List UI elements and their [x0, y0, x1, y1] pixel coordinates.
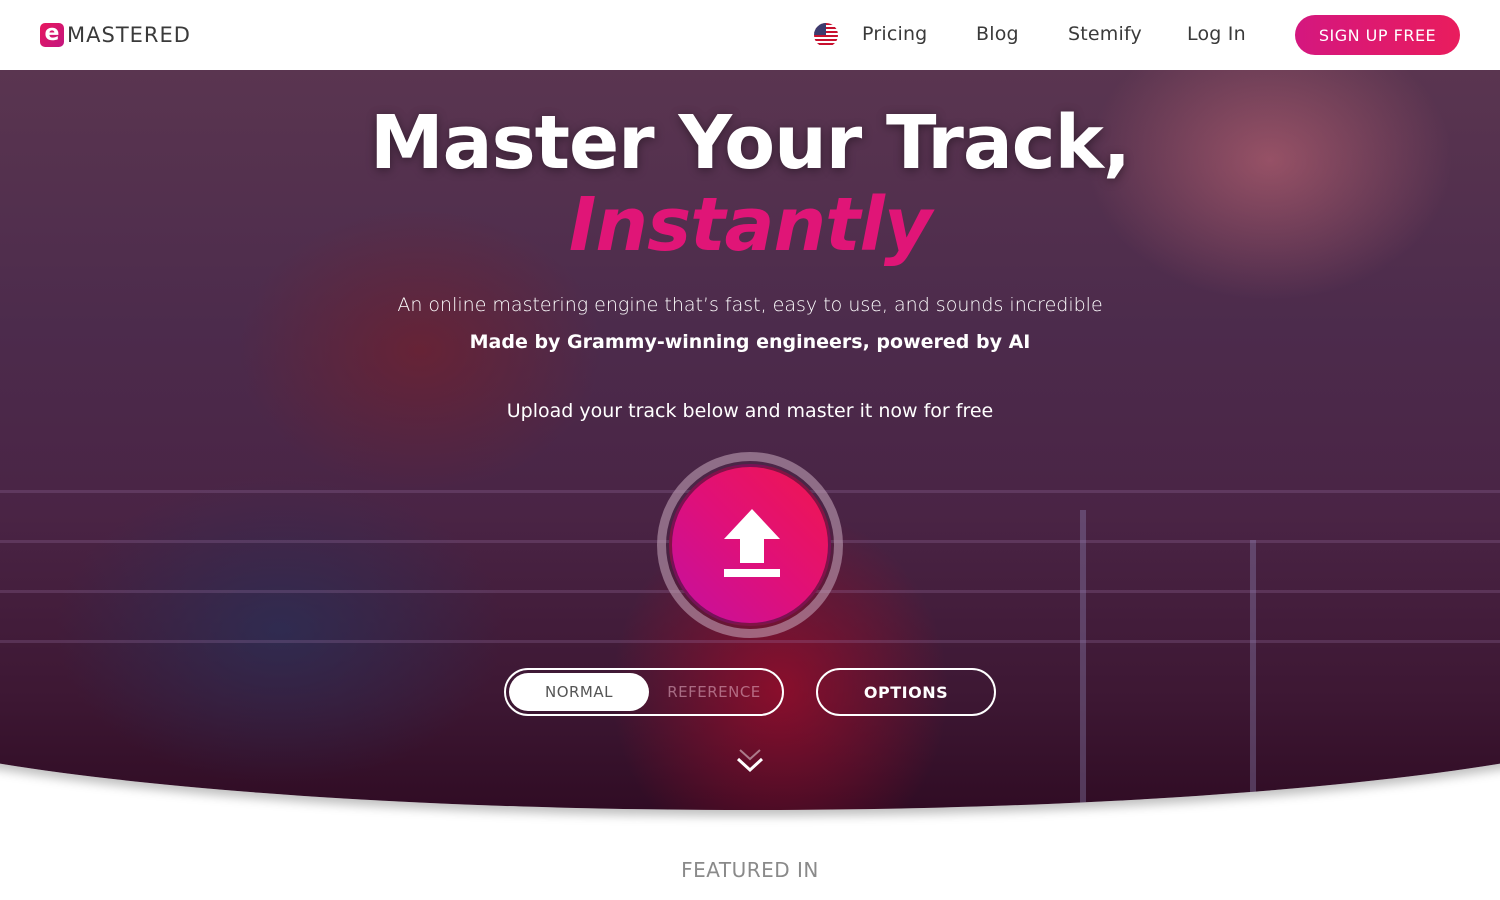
nav-link-pricing[interactable]: Pricing — [862, 23, 927, 45]
upload-button[interactable] — [669, 464, 831, 626]
upload-prompt: Upload your track below and master it no… — [506, 400, 994, 422]
upload-icon — [724, 509, 780, 577]
bg-decor — [0, 640, 1500, 643]
sign-up-button[interactable]: SIGN UP FREE — [1295, 15, 1460, 55]
logo[interactable]: e MASTERED — [40, 22, 191, 48]
options-button[interactable]: OPTIONS — [816, 668, 996, 716]
us-flag-icon[interactable] — [814, 23, 838, 47]
top-navbar: e MASTERED Pricing Blog Stemify Log In S… — [0, 0, 1500, 70]
nav-link-blog[interactable]: Blog — [976, 23, 1019, 45]
nav-link-stemify[interactable]: Stemify — [1068, 23, 1142, 45]
bg-decor — [1250, 540, 1256, 810]
mode-reference-button[interactable]: REFERENCE — [649, 673, 779, 711]
featured-in-heading: FEATURED IN — [681, 858, 819, 882]
nav-link-login[interactable]: Log In — [1187, 23, 1246, 45]
hero-tagline: Made by Grammy-winning engineers, powere… — [469, 331, 1031, 353]
mode-normal-button[interactable]: NORMAL — [509, 673, 649, 711]
bg-decor — [1080, 510, 1086, 810]
logo-text: MASTERED — [67, 23, 191, 47]
hero-subtitle: An online mastering engine that’s fast, … — [397, 294, 1103, 316]
double-chevron-down-icon[interactable] — [735, 748, 765, 774]
hero-section: Master Your Track, Instantly An online m… — [0, 70, 1500, 810]
logo-mark-icon: e — [40, 22, 64, 47]
hero-title-accent: Instantly — [568, 182, 932, 268]
hero-title: Master Your Track, — [370, 100, 1131, 186]
mode-toggle: NORMAL REFERENCE — [504, 668, 784, 716]
